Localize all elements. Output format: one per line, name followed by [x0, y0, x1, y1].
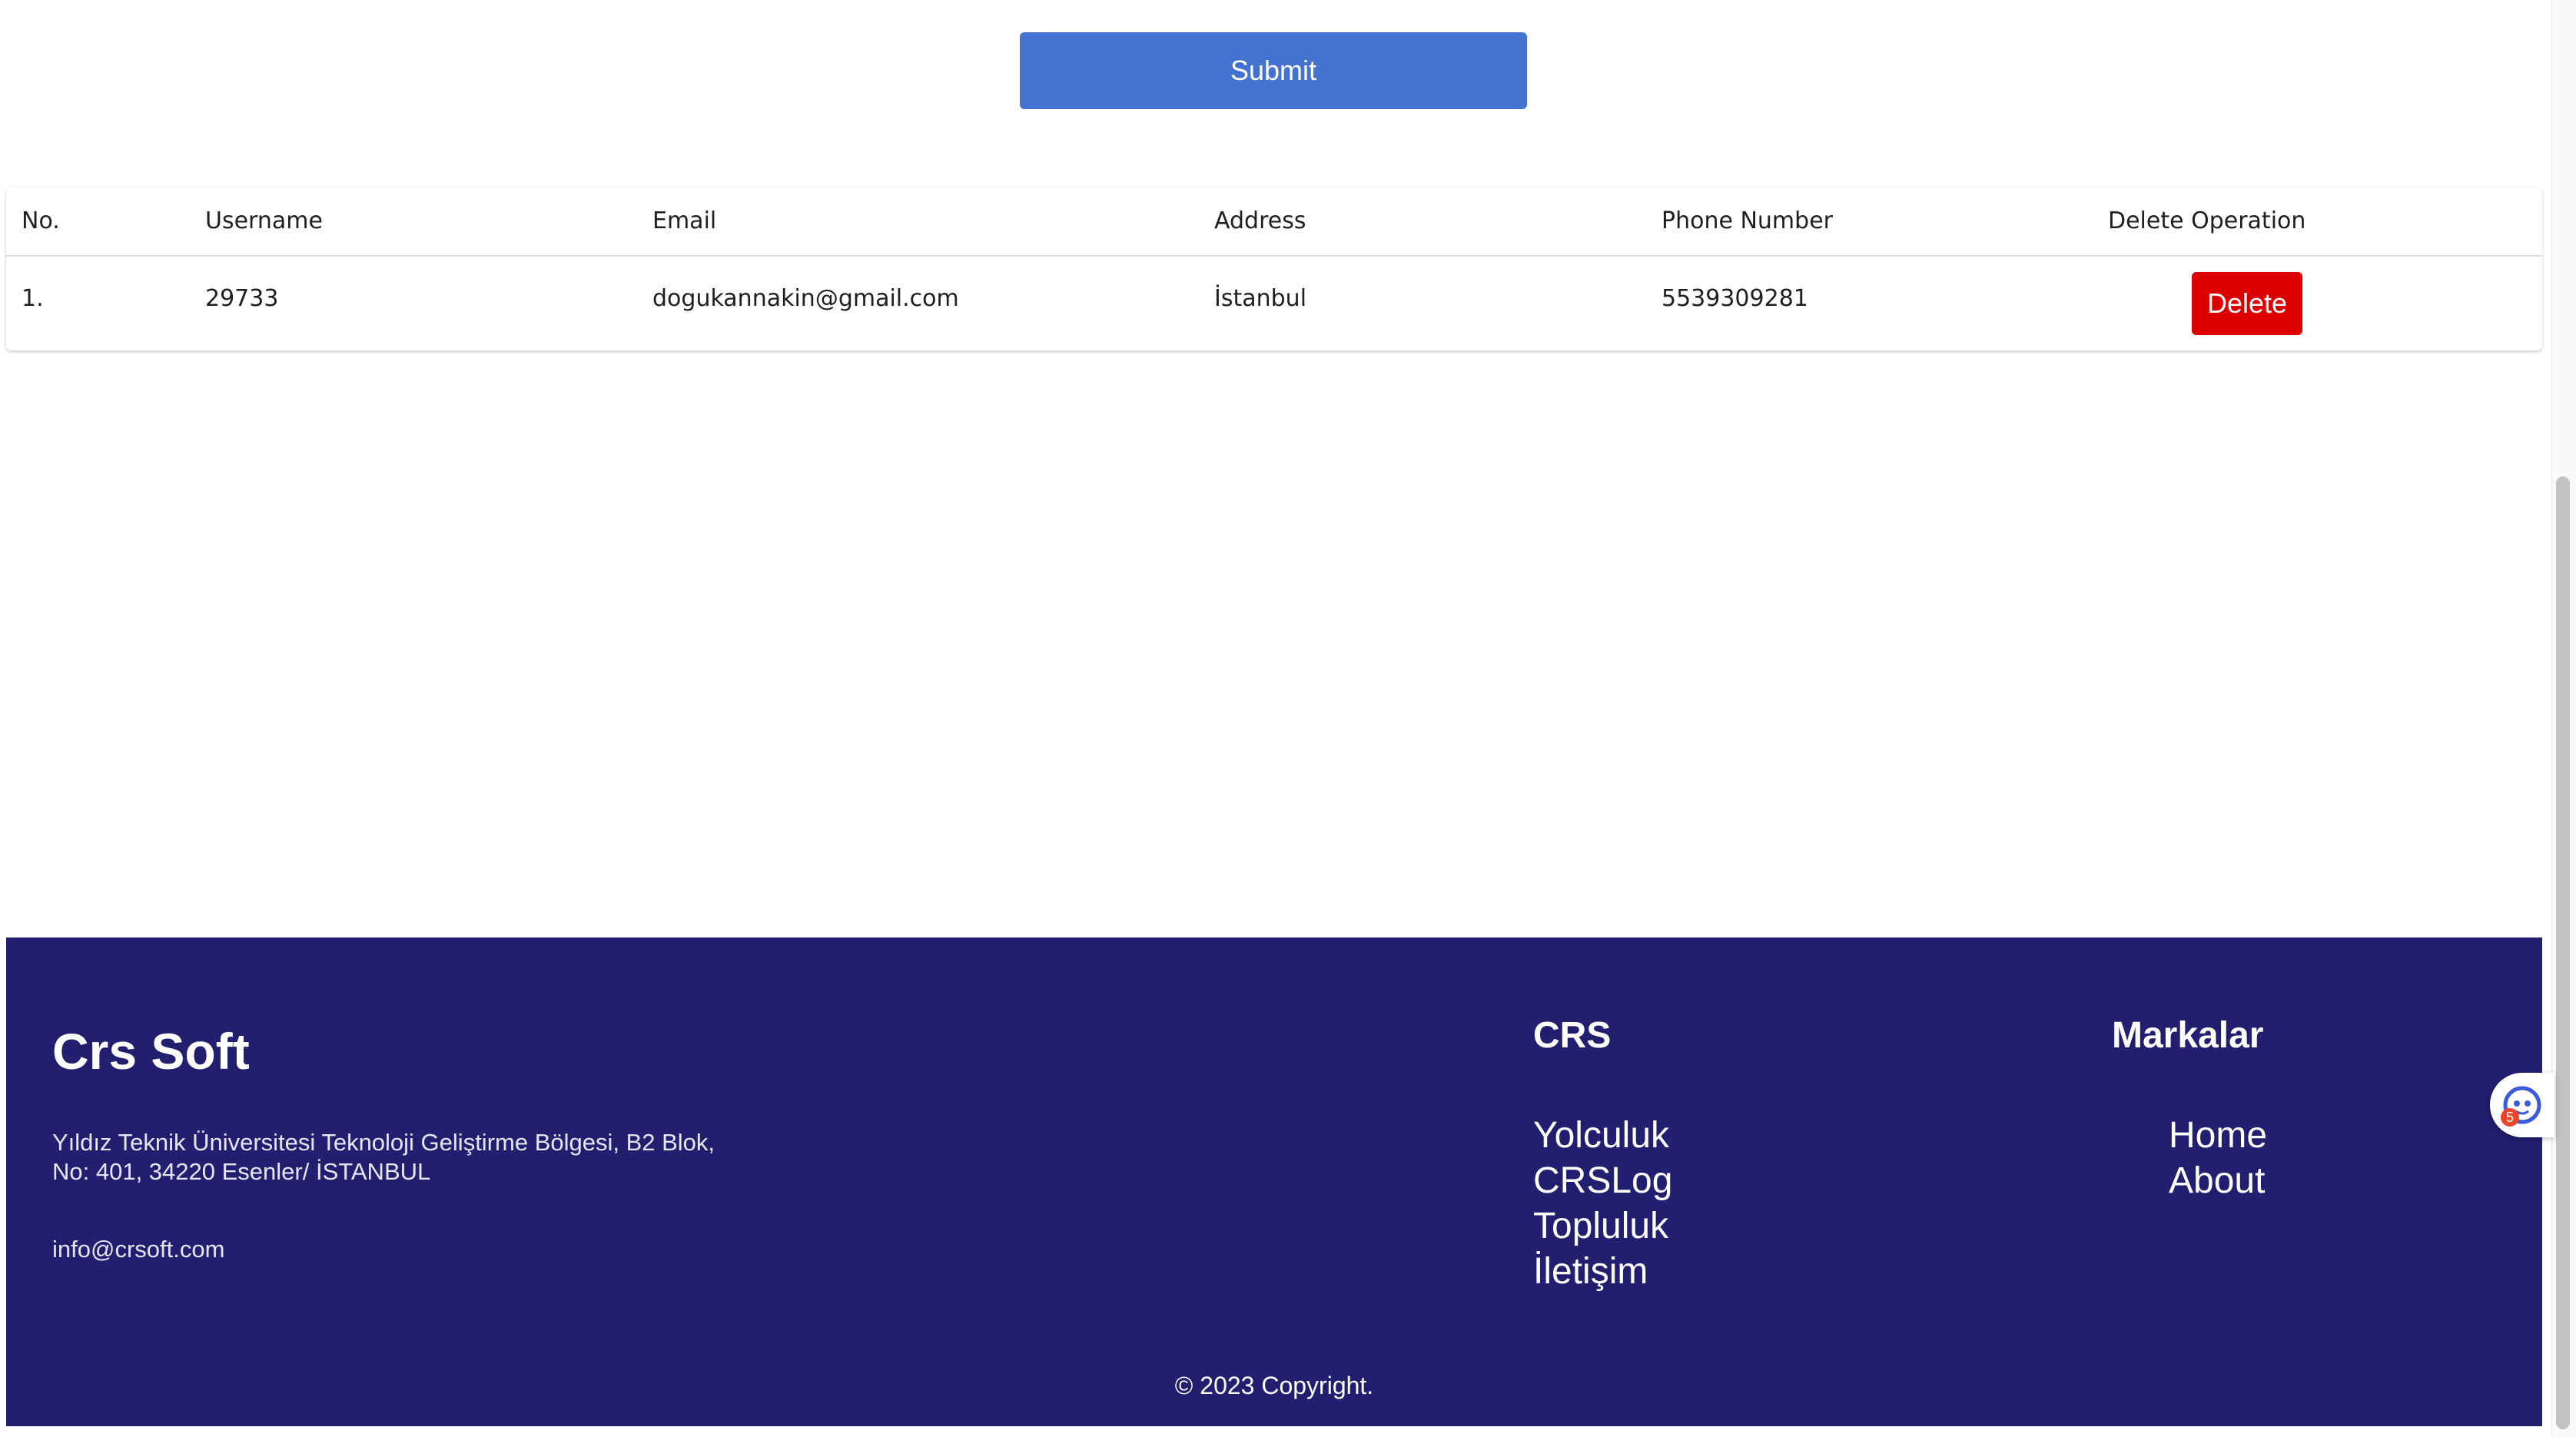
link-iletisim[interactable]: İletişim	[1533, 1249, 1672, 1294]
row-address: İstanbul	[1214, 285, 1307, 312]
header-no: No.	[22, 207, 60, 234]
link-crslog[interactable]: CRSLog	[1533, 1158, 1672, 1203]
footer-brand: Crs Soft	[52, 1023, 250, 1080]
link-topluluk[interactable]: Topluluk	[1533, 1203, 1672, 1249]
row-email: dogukannakin@gmail.com	[652, 285, 959, 312]
markalar-links: Home About	[2169, 1113, 2267, 1203]
header-phone-number: Phone Number	[1661, 207, 1833, 234]
site-footer: Crs Soft Yıldız Teknik Üniversitesi Tekn…	[6, 938, 2542, 1426]
notification-badge: 5	[2501, 1108, 2519, 1127]
link-home[interactable]: Home	[2169, 1113, 2267, 1158]
assistant-widget-button[interactable]: 5	[2490, 1073, 2554, 1137]
crs-heading: CRS	[1533, 1015, 1612, 1056]
delete-button[interactable]: Delete	[2192, 272, 2302, 335]
row-no: 1.	[22, 285, 44, 312]
users-table: No. Username Email Address Phone Number …	[6, 188, 2542, 350]
table-row: 1. 29733 dogukannakin@gmail.com İstanbul…	[6, 257, 2542, 350]
address-line-1: Yıldız Teknik Üniversitesi Teknoloji Gel…	[52, 1129, 715, 1156]
crs-links: Yolculuk CRSLog Topluluk İletişim	[1533, 1113, 1672, 1294]
footer-address: Yıldız Teknik Üniversitesi Teknoloji Gel…	[52, 1128, 715, 1186]
link-yolculuk[interactable]: Yolculuk	[1533, 1113, 1672, 1158]
address-line-2: No: 401, 34220 Esenler/ İSTANBUL	[52, 1158, 431, 1185]
table-header-row: No. Username Email Address Phone Number …	[6, 188, 2542, 257]
header-username: Username	[205, 207, 323, 234]
header-email: Email	[652, 207, 717, 234]
footer-email: info@crsoft.com	[52, 1236, 225, 1263]
submit-button[interactable]: Submit	[1020, 32, 1527, 109]
markalar-heading: Markalar	[2112, 1015, 2264, 1056]
row-username: 29733	[205, 285, 279, 312]
row-phone: 5539309281	[1661, 285, 1808, 312]
link-about[interactable]: About	[2169, 1158, 2267, 1203]
header-delete-operation: Delete Operation	[2108, 207, 2306, 234]
copyright: © 2023 Copyright.	[1174, 1372, 1374, 1399]
header-address: Address	[1214, 207, 1306, 234]
scrollbar-thumb[interactable]	[2556, 476, 2570, 1429]
